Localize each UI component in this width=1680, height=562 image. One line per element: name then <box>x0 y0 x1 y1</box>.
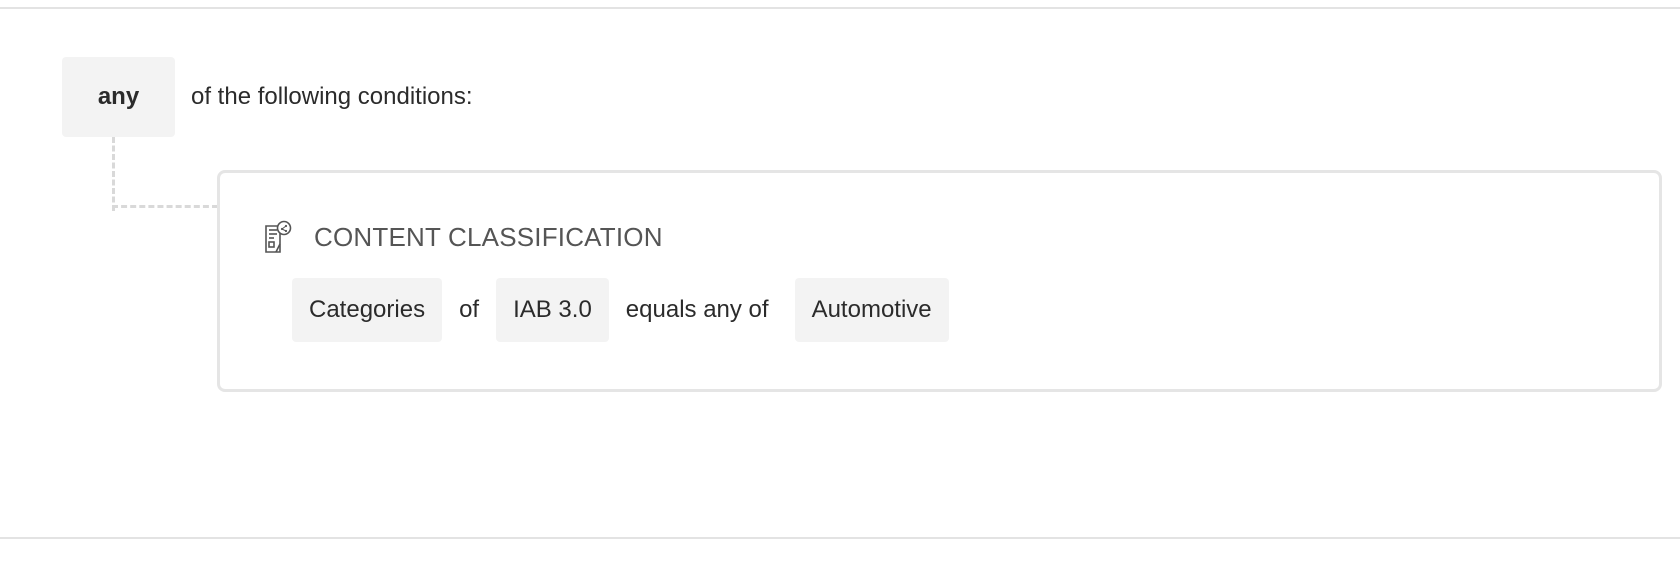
condition-header: CONTENT CLASSIFICATION <box>264 217 663 257</box>
value-selector[interactable]: Automotive <box>794 278 949 342</box>
taxonomy-selector[interactable]: IAB 3.0 <box>496 278 609 342</box>
content-classification-icon <box>264 220 292 254</box>
top-divider <box>0 7 1680 9</box>
condition-card: CONTENT CLASSIFICATION Categories of IAB… <box>217 170 1662 392</box>
condition-expression: Categories of IAB 3.0 equals any of Auto… <box>292 278 949 342</box>
condition-title: CONTENT CLASSIFICATION <box>314 221 663 252</box>
operator-text: equals any of <box>625 296 769 323</box>
bottom-divider <box>0 537 1680 539</box>
of-text: of <box>459 296 480 323</box>
field-selector[interactable]: Categories <box>292 278 443 342</box>
tree-connector-vertical <box>112 137 115 211</box>
match-mode-selector[interactable]: any <box>62 57 175 137</box>
tree-connector-horizontal <box>112 205 218 208</box>
match-mode-suffix-text: of the following conditions: <box>191 83 473 110</box>
